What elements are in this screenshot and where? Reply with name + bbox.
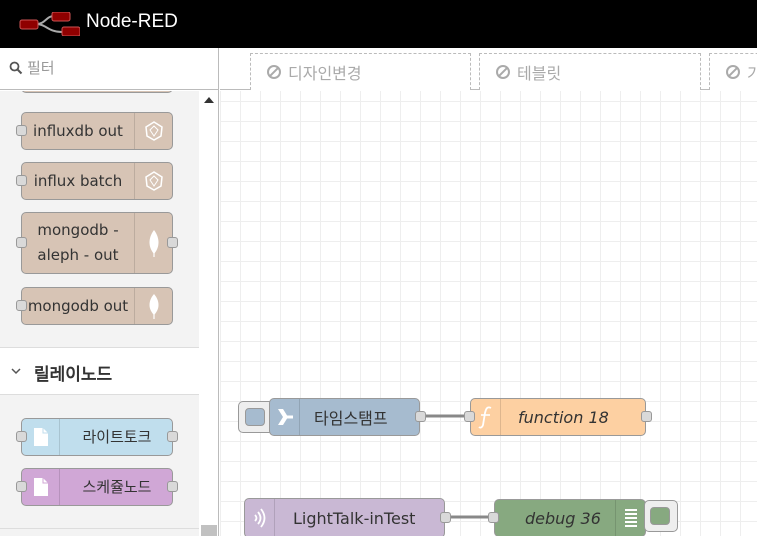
palette-node-label: mongodb out — [27, 296, 129, 315]
header-bar: Node-RED — [0, 0, 757, 48]
file-icon — [22, 419, 60, 455]
palette-node-label: 라이트토크 — [82, 427, 152, 446]
output-port[interactable] — [641, 411, 652, 422]
palette-filter — [0, 48, 218, 90]
flow-node-label: debug 36 — [525, 508, 601, 528]
palette-node-schedule[interactable]: 스케쥴노드 — [16, 468, 178, 506]
output-port[interactable] — [440, 512, 451, 523]
output-port[interactable] — [415, 411, 426, 422]
input-port[interactable] — [16, 481, 27, 492]
flow-node-function[interactable]: function 18 — [464, 398, 652, 436]
palette-category-label: 릴레이노드 — [34, 365, 113, 385]
palette-node-lighttalk[interactable]: 라이트토크 — [16, 418, 178, 456]
influxdb-icon — [134, 163, 172, 199]
flow-node-timestamp[interactable]: 타임스탬프 — [269, 398, 426, 436]
tab-label: 테블릿 — [517, 64, 562, 83]
flow-node-label: LightTalk-inTest — [293, 508, 416, 528]
disabled-icon — [496, 65, 510, 79]
wireless-icon — [245, 499, 275, 536]
flow-node-label: function 18 — [518, 407, 609, 427]
function-icon — [471, 399, 501, 435]
debug-toggle-button[interactable] — [644, 500, 678, 532]
palette-category-relay[interactable]: 릴레이노드 — [0, 347, 200, 395]
palette-sidebar: influxdb out influx batch mongodb - alep… — [0, 48, 219, 536]
palette-node-label: mongodb - aleph - out — [37, 221, 119, 264]
search-icon — [9, 61, 23, 75]
disabled-icon — [726, 65, 740, 79]
output-port[interactable] — [167, 481, 178, 492]
disabled-icon — [267, 65, 281, 79]
output-port[interactable] — [167, 237, 178, 248]
input-port[interactable] — [16, 431, 27, 442]
app-title: Node-RED — [86, 11, 178, 32]
palette-node-partial[interactable] — [21, 91, 173, 93]
debug-button-face — [650, 507, 670, 525]
palette-node-influx-batch[interactable]: influx batch — [16, 162, 173, 200]
palette-node-influxdb-out[interactable]: influxdb out — [16, 112, 173, 150]
inject-button-face — [245, 408, 265, 426]
tab-label: 기 — [747, 64, 757, 83]
mongodb-leaf-icon — [134, 288, 172, 324]
palette-node-label: influx batch — [33, 171, 123, 190]
inject-arrow-icon — [270, 399, 300, 435]
flow-canvas[interactable]: 타임스탬프 function 18 LightTalk-inTest debug… — [220, 91, 757, 536]
input-port[interactable] — [16, 175, 27, 186]
influxdb-icon — [134, 113, 172, 149]
flow-workspace: 디자인변경 테블릿 기 타임스탬프 function 18 LightTalk-… — [220, 48, 757, 536]
palette-node-mongodb-aleph-out[interactable]: mongodb - aleph - out — [16, 212, 178, 274]
scroll-up-arrow-icon[interactable] — [204, 97, 214, 103]
input-port[interactable] — [16, 300, 27, 311]
palette-node-label: influxdb out — [33, 121, 123, 140]
input-port[interactable] — [16, 237, 27, 248]
tab-partial[interactable]: 기 — [709, 53, 757, 90]
tab-label: 디자인변경 — [288, 64, 362, 83]
tab-tablet[interactable]: 테블릿 — [479, 53, 701, 90]
flow-node-lighttalk-intest[interactable]: LightTalk-inTest — [244, 498, 451, 536]
palette-filter-input[interactable] — [27, 56, 207, 80]
file-icon — [22, 469, 60, 505]
output-port[interactable] — [167, 431, 178, 442]
debug-list-icon — [615, 500, 645, 536]
input-port[interactable] — [488, 512, 499, 523]
input-port[interactable] — [16, 125, 27, 136]
palette-node-mongodb-out[interactable]: mongodb out — [16, 287, 173, 325]
input-port[interactable] — [464, 411, 475, 422]
chevron-down-icon — [11, 368, 21, 375]
palette-divider — [0, 528, 200, 529]
flow-node-label: 타임스탬프 — [314, 409, 388, 428]
workspace-tab-bar: 디자인변경 테블릿 기 — [220, 48, 757, 90]
flow-node-debug[interactable]: debug 36 — [488, 499, 646, 536]
node-red-logo-icon — [19, 12, 80, 36]
palette-node-list[interactable]: influxdb out influx batch mongodb - alep… — [0, 91, 200, 536]
palette-node-label: 스케쥴노드 — [82, 477, 152, 496]
palette-scrollbar[interactable] — [199, 91, 218, 536]
tab-design-change[interactable]: 디자인변경 — [250, 53, 471, 90]
scrollbar-thumb[interactable] — [201, 525, 217, 536]
